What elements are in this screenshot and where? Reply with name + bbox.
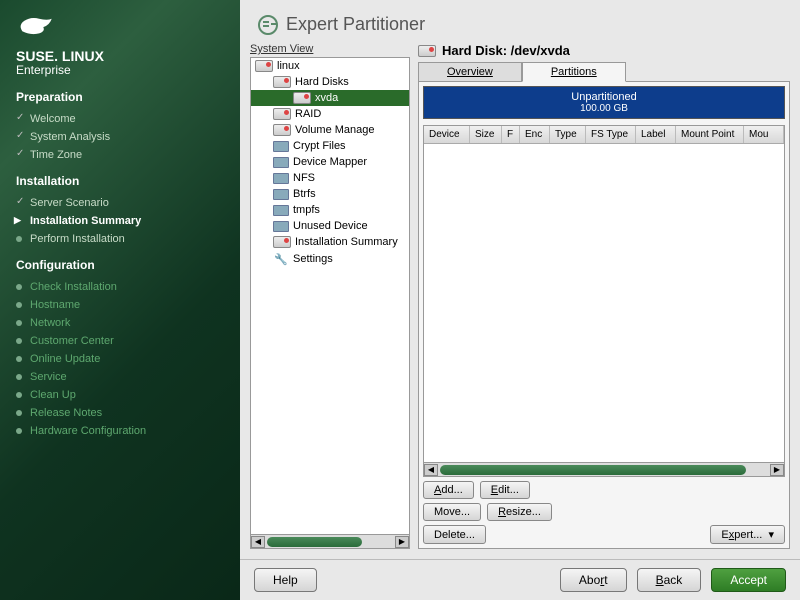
- scroll-right-icon[interactable]: ▶: [395, 536, 409, 548]
- system-view-label: System View: [250, 43, 410, 55]
- tree-xvda[interactable]: xvda: [251, 90, 409, 106]
- volume-icon: [273, 124, 291, 136]
- tree-btrfs[interactable]: Btrfs: [251, 186, 409, 202]
- scroll-left-icon[interactable]: ◀: [424, 464, 438, 476]
- unpart-size: 100.00 GB: [428, 103, 780, 114]
- col-type[interactable]: Type: [550, 126, 586, 143]
- tree-crypt[interactable]: Crypt Files: [251, 138, 409, 154]
- tree-volume[interactable]: Volume Manage: [251, 122, 409, 138]
- nav-perform-installation[interactable]: Perform Installation: [16, 230, 224, 248]
- col-mou[interactable]: Mou: [744, 126, 784, 143]
- system-view-panel: System View linux Hard Disks xvda RAID V…: [250, 43, 410, 549]
- disk-icon: [273, 76, 291, 88]
- col-label[interactable]: Label: [636, 126, 676, 143]
- computer-icon: [255, 60, 273, 72]
- nav-header-installation: Installation: [16, 174, 224, 188]
- scroll-right-icon[interactable]: ▶: [770, 464, 784, 476]
- partition-table: Device Size F Enc Type FS Type Label Mou…: [423, 125, 785, 463]
- brand-name: SUSE. LINUX: [16, 48, 104, 64]
- nav-time-zone[interactable]: Time Zone: [16, 146, 224, 164]
- nav-system-analysis[interactable]: System Analysis: [16, 128, 224, 146]
- col-f[interactable]: F: [502, 126, 520, 143]
- tree-nfs[interactable]: NFS: [251, 170, 409, 186]
- tree-devmapper[interactable]: Device Mapper: [251, 154, 409, 170]
- disk-panel: Hard Disk: /dev/xvda Overview Partitions…: [418, 43, 790, 549]
- nav-release-notes[interactable]: Release Notes: [16, 404, 224, 422]
- brand-text: SUSE. LINUX Enterprise: [16, 48, 224, 78]
- nav-check-installation[interactable]: Check Installation: [16, 278, 224, 296]
- tree-tmpfs[interactable]: tmpfs: [251, 202, 409, 218]
- btrfs-icon: [273, 189, 289, 200]
- brand-logo: [16, 12, 224, 38]
- tree-inst-summary[interactable]: Installation Summary: [251, 234, 409, 250]
- nav-header-preparation: Preparation: [16, 90, 224, 104]
- scroll-left-icon[interactable]: ◀: [251, 536, 265, 548]
- tree-root[interactable]: linux: [251, 58, 409, 74]
- tabs: Overview Partitions: [418, 62, 790, 82]
- tree-unused[interactable]: Unused Device: [251, 218, 409, 234]
- disk-icon: [293, 92, 311, 104]
- chameleon-icon: [16, 12, 58, 38]
- tmpfs-icon: [273, 205, 289, 216]
- unpart-label: Unpartitioned: [571, 91, 636, 103]
- nav-online-update[interactable]: Online Update: [16, 350, 224, 368]
- col-fstype[interactable]: FS Type: [586, 126, 636, 143]
- scroll-thumb[interactable]: [267, 537, 362, 547]
- tree-hard-disks[interactable]: Hard Disks: [251, 74, 409, 90]
- title-bar: Expert Partitioner: [240, 0, 800, 43]
- nav-server-scenario[interactable]: Server Scenario: [16, 194, 224, 212]
- accept-button[interactable]: Accept: [711, 568, 786, 592]
- crypt-icon: [273, 141, 289, 152]
- nav-hostname[interactable]: Hostname: [16, 296, 224, 314]
- delete-button[interactable]: Delete...: [423, 525, 486, 544]
- disk-title: Hard Disk: /dev/xvda: [442, 43, 570, 58]
- nav-hardware-configuration[interactable]: Hardware Configuration: [16, 422, 224, 440]
- sidebar: SUSE. LINUX Enterprise Preparation Welco…: [0, 0, 240, 600]
- nav-clean-up[interactable]: Clean Up: [16, 386, 224, 404]
- summary-icon: [273, 236, 291, 248]
- expert-button[interactable]: Expert... ▾: [710, 525, 785, 544]
- disk-header: Hard Disk: /dev/xvda: [418, 43, 790, 58]
- partition-bar[interactable]: Unpartitioned 100.00 GB: [423, 86, 785, 119]
- move-button[interactable]: Move...: [423, 503, 481, 521]
- main-panel: Expert Partitioner System View linux Har…: [240, 0, 800, 600]
- help-button[interactable]: Help: [254, 568, 317, 592]
- mapper-icon: [273, 157, 289, 168]
- tab-partitions[interactable]: Partitions: [522, 62, 626, 82]
- col-enc[interactable]: Enc: [520, 126, 550, 143]
- nav-customer-center[interactable]: Customer Center: [16, 332, 224, 350]
- bottom-bar: Help Abort Back Accept: [240, 559, 800, 600]
- brand-edition: Enterprise: [16, 64, 224, 78]
- tree-settings[interactable]: 🔧Settings: [251, 250, 409, 268]
- unused-icon: [273, 221, 289, 232]
- partitioner-icon: [258, 15, 278, 35]
- abort-button[interactable]: Abort: [560, 568, 627, 592]
- col-device[interactable]: Device: [424, 126, 470, 143]
- edit-button[interactable]: Edit...: [480, 481, 530, 499]
- col-size[interactable]: Size: [470, 126, 502, 143]
- back-button[interactable]: Back: [637, 568, 702, 592]
- nfs-icon: [273, 173, 289, 184]
- nav-welcome[interactable]: Welcome: [16, 110, 224, 128]
- tree-hscroll[interactable]: ◀ ▶: [250, 535, 410, 549]
- tree-view[interactable]: linux Hard Disks xvda RAID Volume Manage…: [250, 57, 410, 535]
- table-header: Device Size F Enc Type FS Type Label Mou…: [424, 126, 784, 144]
- page-title: Expert Partitioner: [286, 14, 425, 35]
- table-body: [424, 144, 784, 462]
- nav-header-configuration: Configuration: [16, 258, 224, 272]
- nav-installation-summary[interactable]: Installation Summary: [16, 212, 224, 230]
- tree-raid[interactable]: RAID: [251, 106, 409, 122]
- table-hscroll[interactable]: ◀ ▶: [423, 463, 785, 477]
- wrench-icon: 🔧: [273, 252, 289, 266]
- scroll-thumb[interactable]: [440, 465, 746, 475]
- nav-service[interactable]: Service: [16, 368, 224, 386]
- disk-icon: [418, 45, 436, 57]
- tab-overview[interactable]: Overview: [418, 62, 522, 82]
- resize-button[interactable]: Resize...: [487, 503, 552, 521]
- add-button[interactable]: Add...: [423, 481, 474, 499]
- partitions-panel: Unpartitioned 100.00 GB Device Size F En…: [418, 81, 790, 549]
- nav-network[interactable]: Network: [16, 314, 224, 332]
- col-mount[interactable]: Mount Point: [676, 126, 744, 143]
- raid-icon: [273, 108, 291, 120]
